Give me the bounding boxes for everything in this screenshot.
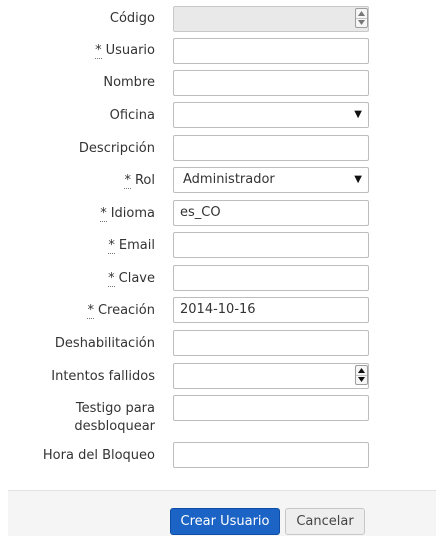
- intentos-fallidos-input[interactable]: [173, 363, 369, 389]
- label-oficina: Oficina: [109, 108, 155, 123]
- label-descripcion: Descripción: [78, 141, 155, 156]
- label-nombre: Nombre: [103, 75, 155, 90]
- required-marker: *: [124, 173, 131, 189]
- triangle-down-icon: ▼: [354, 174, 362, 185]
- label-testigo-line1: Testigo para: [75, 401, 155, 416]
- cancelar-button[interactable]: Cancelar: [285, 508, 365, 535]
- deshabilitacion-input[interactable]: [173, 330, 369, 356]
- usuario-input[interactable]: [173, 38, 369, 64]
- required-marker: *: [87, 303, 94, 319]
- label-hora-bloqueo: Hora del Bloqueo: [42, 448, 155, 463]
- descripcion-input[interactable]: [173, 135, 369, 161]
- label-clave: * Clave: [0, 270, 155, 287]
- hora-bloqueo-input[interactable]: [173, 442, 369, 468]
- rol-select[interactable]: Administrador ▼: [173, 167, 369, 193]
- label-rol-text: Rol: [134, 173, 155, 188]
- label-deshabilitacion: Deshabilitación: [54, 336, 155, 351]
- label-codigo: Código: [109, 11, 155, 26]
- required-marker: *: [108, 238, 115, 254]
- label-usuario: * Usuario: [0, 42, 155, 59]
- label-usuario-text: Usuario: [105, 43, 155, 58]
- required-marker: *: [95, 43, 102, 59]
- user-create-form: Código * Usuario Nombre Oficina ▼ Descrip…: [0, 0, 436, 536]
- nombre-input[interactable]: [173, 70, 369, 96]
- spin-down-icon[interactable]: [356, 375, 367, 384]
- crear-usuario-button[interactable]: Crear Usuario: [170, 508, 280, 535]
- triangle-down-icon: ▼: [354, 109, 362, 120]
- label-intentos-fallidos: Intentos fallidos: [51, 369, 155, 384]
- codigo-spinner: [355, 8, 368, 28]
- label-testigo-line2: desbloquear: [74, 419, 155, 434]
- label-creacion: * Creación: [0, 302, 155, 319]
- label-clave-text: Clave: [118, 271, 155, 286]
- email-input[interactable]: [173, 232, 369, 258]
- intentos-fallidos-spinner[interactable]: [355, 365, 368, 385]
- spin-down-icon: [356, 18, 367, 27]
- oficina-select[interactable]: ▼: [173, 102, 369, 128]
- form-actions-bar: Crear Usuario Cancelar: [8, 490, 436, 536]
- rol-select-value: Administrador: [183, 172, 275, 187]
- testigo-desbloquear-input[interactable]: [173, 395, 369, 421]
- creacion-input[interactable]: 2014-10-16: [173, 297, 369, 323]
- clave-input[interactable]: [173, 265, 369, 291]
- idioma-input[interactable]: es_CO: [173, 200, 369, 226]
- label-rol: * Rol: [0, 172, 155, 189]
- label-email: * Email: [0, 237, 155, 254]
- required-marker: *: [100, 206, 107, 222]
- label-creacion-text: Creación: [97, 303, 155, 318]
- codigo-field: [173, 6, 369, 32]
- label-email-text: Email: [118, 238, 155, 253]
- required-marker: *: [108, 271, 115, 287]
- label-idioma-text: Idioma: [110, 206, 155, 221]
- label-idioma: * Idioma: [0, 205, 155, 222]
- label-testigo-desbloquear: Testigo para desbloquear: [0, 400, 155, 436]
